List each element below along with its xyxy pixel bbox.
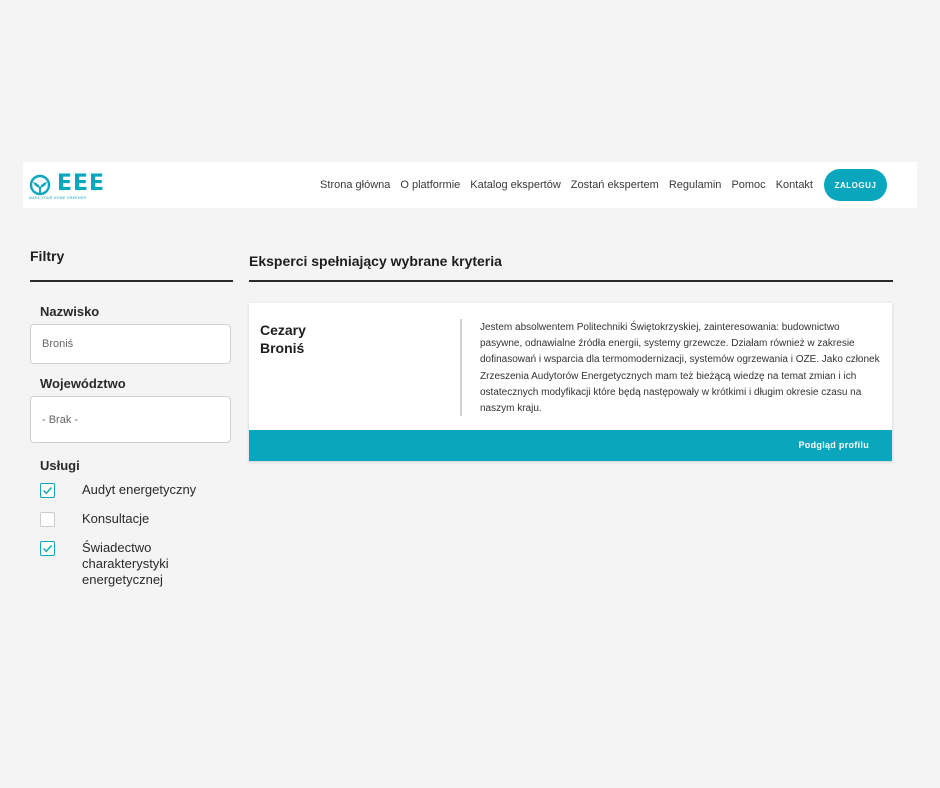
expert-last-name: Broniś bbox=[260, 340, 305, 356]
nav-link-become-expert[interactable]: Zostań ekspertem bbox=[571, 179, 659, 191]
service-option-certificate[interactable]: Świadectwo charakterystyki energetycznej bbox=[40, 540, 192, 588]
card-divider bbox=[460, 319, 462, 416]
login-button[interactable]: ZALOGUJ bbox=[824, 169, 887, 201]
services-label: Usługi bbox=[40, 458, 80, 473]
expert-card: Cezary Broniś Jestem absolwentem Politec… bbox=[249, 303, 892, 461]
top-navbar: EEE MAKE YOUR HOME GREENER Strona główna… bbox=[23, 162, 917, 208]
voivodeship-label: Województwo bbox=[40, 376, 126, 391]
main-nav: Strona główna O platformie Katalog ekspe… bbox=[310, 169, 887, 201]
nav-link-terms[interactable]: Regulamin bbox=[669, 179, 722, 191]
leaf-circle-icon bbox=[29, 174, 51, 196]
nav-link-home[interactable]: Strona główna bbox=[320, 179, 390, 191]
expert-name: Cezary Broniś bbox=[260, 321, 380, 357]
voivodeship-select[interactable]: - Brak - bbox=[30, 396, 231, 443]
checkbox-checked[interactable] bbox=[40, 483, 55, 498]
results-divider bbox=[249, 280, 893, 282]
service-label: Audyt energetyczny bbox=[82, 482, 197, 497]
nav-link-expert-catalog[interactable]: Katalog ekspertów bbox=[470, 179, 561, 191]
checkmark-icon bbox=[43, 487, 53, 495]
expert-description: Jestem absolwentem Politechniki Świętokr… bbox=[480, 322, 880, 415]
service-label: Świadectwo charakterystyki energetycznej bbox=[82, 540, 169, 587]
nav-link-help[interactable]: Pomoc bbox=[731, 179, 765, 191]
surname-input[interactable]: Broniś bbox=[30, 324, 231, 364]
brand-name: EEE bbox=[57, 171, 106, 196]
filters-divider bbox=[30, 280, 233, 282]
brand-tagline: MAKE YOUR HOME GREENER bbox=[29, 196, 87, 200]
checkmark-icon bbox=[43, 545, 53, 553]
service-option-audit[interactable]: Audyt energetyczny bbox=[40, 482, 202, 498]
checkbox-unchecked[interactable] bbox=[40, 512, 55, 527]
card-footer: Podgląd profilu bbox=[249, 430, 892, 461]
nav-link-about[interactable]: O platformie bbox=[400, 179, 460, 191]
view-profile-link[interactable]: Podgląd profilu bbox=[799, 440, 870, 450]
filters-title-wrap: Filtry bbox=[30, 248, 233, 266]
brand-logo[interactable]: EEE MAKE YOUR HOME GREENER bbox=[29, 170, 129, 201]
service-label: Konsultacje bbox=[82, 511, 150, 526]
checkbox-checked[interactable] bbox=[40, 541, 55, 556]
service-option-consulting[interactable]: Konsultacje bbox=[40, 511, 202, 527]
filters-title: Filtry bbox=[30, 248, 65, 264]
expert-first-name: Cezary bbox=[260, 322, 306, 338]
nav-link-contact[interactable]: Kontakt bbox=[776, 179, 813, 191]
results-title: Eksperci spełniający wybrane kryteria bbox=[249, 253, 502, 269]
surname-label: Nazwisko bbox=[40, 304, 100, 319]
